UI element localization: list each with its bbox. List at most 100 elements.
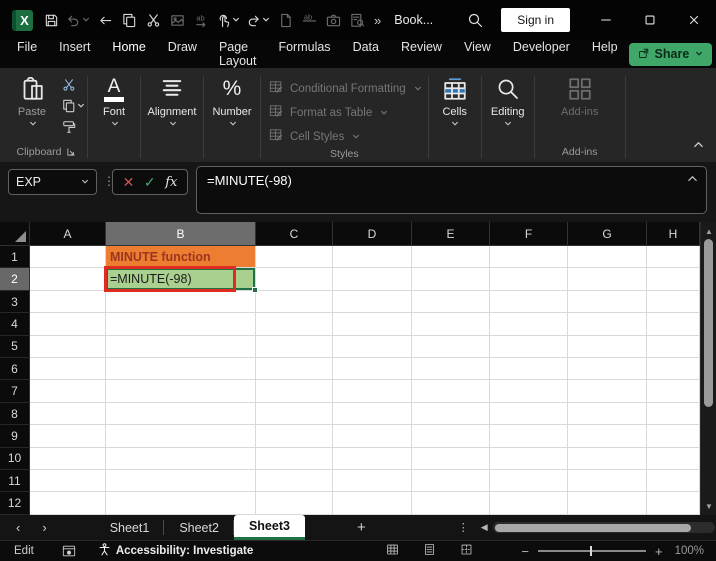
row-header-10[interactable]: 10 xyxy=(0,447,30,471)
cell-C12[interactable] xyxy=(256,492,333,515)
horizontal-scrollbar-track[interactable] xyxy=(492,522,715,533)
row-header-11[interactable]: 11 xyxy=(0,470,30,493)
sheet-tab-sheet1[interactable]: Sheet1 xyxy=(95,515,165,540)
cut-button[interactable] xyxy=(60,76,78,94)
cell-C9[interactable] xyxy=(256,425,333,448)
replace-icon[interactable]: ab xyxy=(189,6,213,34)
collapse-formula-bar-icon[interactable] xyxy=(687,173,698,188)
cell-H10[interactable] xyxy=(647,447,700,471)
row-header-2[interactable]: 2 xyxy=(0,268,30,291)
enter-icon[interactable]: ✓ xyxy=(144,174,156,191)
cell-G7[interactable] xyxy=(568,380,647,403)
sheet-tab-sheet3[interactable]: Sheet3 xyxy=(233,515,305,540)
cell-H2[interactable] xyxy=(647,268,700,291)
cell-A1[interactable] xyxy=(30,246,106,269)
name-box[interactable]: EXP xyxy=(8,169,97,195)
cell-H5[interactable] xyxy=(647,335,700,359)
cell-F9[interactable] xyxy=(490,425,568,448)
cell-E5[interactable] xyxy=(412,335,490,359)
cell-E12[interactable] xyxy=(412,492,490,515)
back-icon[interactable] xyxy=(93,6,117,34)
cell-E10[interactable] xyxy=(412,447,490,471)
undo-icon[interactable] xyxy=(63,6,93,34)
cell-F5[interactable] xyxy=(490,335,568,359)
camera-icon[interactable] xyxy=(321,6,345,34)
cell-C7[interactable] xyxy=(256,380,333,403)
cell-D10[interactable] xyxy=(333,447,412,471)
cell-B4[interactable] xyxy=(106,313,256,336)
fill-handle[interactable] xyxy=(252,286,258,293)
cell-D6[interactable] xyxy=(333,358,412,381)
cell-A10[interactable] xyxy=(30,447,106,471)
cell-B7[interactable] xyxy=(106,380,256,403)
formula-input[interactable]: =MINUTE(-98) xyxy=(196,166,707,214)
column-header-e[interactable]: E xyxy=(412,222,490,246)
cell-E7[interactable] xyxy=(412,380,490,403)
font-button[interactable]: A Font xyxy=(88,70,140,128)
zoom-out-icon[interactable]: − xyxy=(521,544,529,559)
cell-D7[interactable] xyxy=(333,380,412,403)
cell-F10[interactable] xyxy=(490,447,568,471)
copy-button[interactable] xyxy=(60,97,87,115)
accessibility-status[interactable]: Accessibility: Investigate xyxy=(98,543,253,559)
cell-G3[interactable] xyxy=(568,290,647,314)
sheet-prev-icon[interactable]: ‹ xyxy=(16,520,20,535)
cell-F8[interactable] xyxy=(490,402,568,426)
select-all-button[interactable] xyxy=(0,222,30,246)
cell-C4[interactable] xyxy=(256,313,333,336)
cell-F4[interactable] xyxy=(490,313,568,336)
column-header-h[interactable]: H xyxy=(647,222,700,246)
row-header-12[interactable]: 12 xyxy=(0,492,30,515)
cell-F7[interactable] xyxy=(490,380,568,403)
conditional-formatting-button[interactable]: Conditional Formatting xyxy=(269,80,422,97)
macro-record-icon[interactable] xyxy=(62,544,76,558)
vertical-scrollbar[interactable]: ▲ ▼ xyxy=(700,222,716,515)
cell-D5[interactable] xyxy=(333,335,412,359)
cell-E2[interactable] xyxy=(412,268,490,291)
cell-C2[interactable] xyxy=(256,268,333,291)
cell-H3[interactable] xyxy=(647,290,700,314)
cell-D8[interactable] xyxy=(333,402,412,426)
maximize-button[interactable] xyxy=(628,0,672,40)
sheet-next-icon[interactable]: › xyxy=(42,520,46,535)
cell-F3[interactable] xyxy=(490,290,568,314)
add-sheet-button[interactable]: + xyxy=(343,515,380,540)
cell-H11[interactable] xyxy=(647,470,700,493)
scroll-left-icon[interactable]: ◀ xyxy=(481,522,488,533)
vertical-scrollbar-thumb[interactable] xyxy=(704,239,713,407)
column-header-d[interactable]: D xyxy=(333,222,412,246)
cell-G1[interactable] xyxy=(568,246,647,269)
search-icon[interactable] xyxy=(467,12,483,28)
collapse-ribbon-icon[interactable] xyxy=(693,138,704,156)
cell-H8[interactable] xyxy=(647,402,700,426)
sheet-tab-sheet2[interactable]: Sheet2 xyxy=(164,515,234,540)
cell-F11[interactable] xyxy=(490,470,568,493)
cell-A6[interactable] xyxy=(30,358,106,381)
cell-A11[interactable] xyxy=(30,470,106,493)
cell-D3[interactable] xyxy=(333,290,412,314)
cell-styles-button[interactable]: Cell Styles xyxy=(269,128,422,145)
picture-icon[interactable] xyxy=(165,6,189,34)
cell-F6[interactable] xyxy=(490,358,568,381)
scroll-down-icon[interactable]: ▼ xyxy=(701,499,716,513)
cell-B2[interactable]: =MINUTE(-98) xyxy=(104,266,258,293)
cell-G12[interactable] xyxy=(568,492,647,515)
format-as-table-button[interactable]: Format as Table xyxy=(269,104,422,121)
cell-B1[interactable]: MINUTE function xyxy=(106,246,256,269)
sheet-options-icon[interactable]: ⋮ xyxy=(458,515,469,540)
cell-G10[interactable] xyxy=(568,447,647,471)
column-header-a[interactable]: A xyxy=(30,222,106,246)
cell-C1[interactable] xyxy=(256,246,333,269)
cell-C10[interactable] xyxy=(256,447,333,471)
cell-A5[interactable] xyxy=(30,335,106,359)
row-header-6[interactable]: 6 xyxy=(0,358,30,381)
cell-E8[interactable] xyxy=(412,402,490,426)
share-button[interactable]: Share xyxy=(628,42,713,66)
cell-D11[interactable] xyxy=(333,470,412,493)
cell-B5[interactable] xyxy=(106,335,256,359)
cell-B6[interactable] xyxy=(106,358,256,381)
editing-button[interactable]: Editing xyxy=(482,70,534,128)
row-header-5[interactable]: 5 xyxy=(0,335,30,359)
cell-D12[interactable] xyxy=(333,492,412,515)
workbook-stats-icon[interactable] xyxy=(345,6,369,34)
